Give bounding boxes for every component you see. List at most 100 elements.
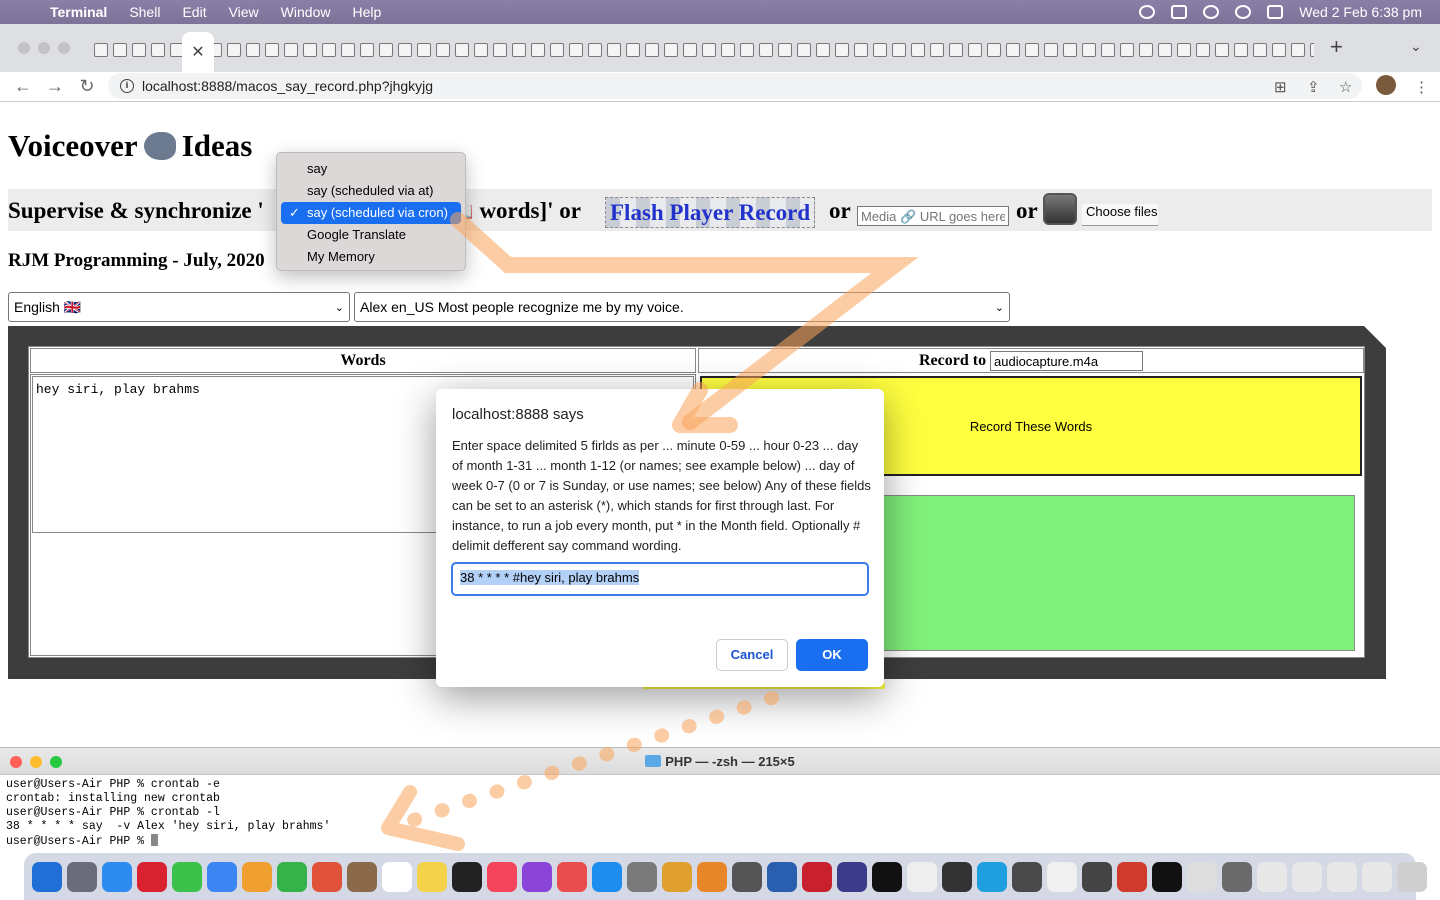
dock-app-icon[interactable] (207, 861, 237, 892)
tab-favicon-icon[interactable] (493, 43, 507, 57)
tab-favicon-icon[interactable] (949, 43, 963, 57)
menu-view[interactable]: View (229, 4, 259, 20)
dock-app-icon[interactable] (557, 861, 587, 892)
dock-app-icon[interactable] (1082, 861, 1112, 892)
tab-favicon-icon[interactable] (512, 43, 526, 57)
tab-favicon-icon[interactable] (455, 43, 469, 57)
dock-app-icon[interactable] (1047, 861, 1077, 892)
battery-icon[interactable] (1171, 5, 1188, 19)
tab-favicon-icon[interactable] (1196, 43, 1210, 57)
tab-favicon-icon[interactable] (341, 43, 355, 57)
dock-app-icon[interactable] (137, 861, 167, 892)
dock-app-icon[interactable] (312, 861, 342, 892)
dropdown-option[interactable]: say (scheduled via at) (281, 180, 461, 202)
tab-favicon-icon[interactable] (1082, 43, 1096, 57)
tab-favicon-icon[interactable] (1139, 43, 1153, 57)
tab-favicon-icon[interactable] (322, 43, 336, 57)
dock-app-icon[interactable] (382, 861, 412, 892)
tab-favicon-icon[interactable] (1272, 43, 1286, 57)
dock-app-icon[interactable] (907, 861, 937, 892)
menu-shell[interactable]: Shell (129, 4, 160, 20)
new-tab-button[interactable]: + (1330, 34, 1343, 60)
menu-help[interactable]: Help (352, 4, 381, 20)
tab-favicon-icon[interactable] (550, 43, 564, 57)
tab-favicon-icon[interactable] (588, 43, 602, 57)
tab-favicon-icon[interactable] (645, 43, 659, 57)
dock-app-icon[interactable] (277, 861, 307, 892)
tab-favicon-icon[interactable] (626, 43, 640, 57)
television-icon[interactable] (1043, 193, 1077, 225)
tab-favicon-icon[interactable] (1120, 43, 1134, 57)
browser-menu-icon[interactable]: ⋮ (1414, 78, 1429, 96)
tab-favicon-icon[interactable] (1006, 43, 1020, 57)
tab-favicon-icon[interactable] (132, 43, 146, 57)
site-info-icon[interactable]: i (120, 79, 134, 93)
tab-favicon-icon[interactable] (835, 43, 849, 57)
flash-player-record-link[interactable]: Flash Player Record (605, 197, 816, 228)
translate-icon[interactable]: ⊞ (1274, 78, 1287, 96)
tab-favicon-icon[interactable] (759, 43, 773, 57)
dock-app-icon[interactable] (32, 861, 62, 892)
tab-favicon-icon[interactable] (113, 43, 127, 57)
dock-app-icon[interactable] (487, 861, 517, 892)
dock-app-icon[interactable] (837, 861, 867, 892)
dock-app-icon[interactable] (1152, 861, 1182, 892)
dock-app-icon[interactable] (452, 861, 482, 892)
dock-app-icon[interactable] (347, 861, 377, 892)
menu-window[interactable]: Window (281, 4, 331, 20)
tab-favicon-icon[interactable] (740, 43, 754, 57)
play-status-icon[interactable] (1139, 5, 1156, 19)
dock-app-icon[interactable] (1117, 861, 1147, 892)
tab-favicon-icon[interactable] (1310, 43, 1314, 57)
dock-app-icon[interactable] (732, 861, 762, 892)
tab-favicon-icon[interactable] (778, 43, 792, 57)
dock-app-icon[interactable] (662, 861, 692, 892)
tab-favicon-icon[interactable] (873, 43, 887, 57)
tab-favicon-icon[interactable] (417, 43, 431, 57)
tab-search-chevron-icon[interactable]: ⌄ (1410, 38, 1422, 55)
tab-favicon-icon[interactable] (379, 43, 393, 57)
tab-favicon-icon[interactable] (265, 43, 279, 57)
menu-edit[interactable]: Edit (182, 4, 206, 20)
dropdown-option[interactable]: ✓ say (scheduled via cron) (281, 202, 461, 224)
dialog-input[interactable]: 38 * * * * #hey siri, play brahms (451, 562, 869, 596)
tab-favicon-icon[interactable] (1215, 43, 1229, 57)
address-bar[interactable]: i localhost:8888/macos_say_record.php?jh… (108, 73, 1362, 99)
tab-favicon-icon[interactable] (987, 43, 1001, 57)
tab-favicon-icon[interactable] (1234, 43, 1248, 57)
dock-app-icon[interactable] (67, 861, 97, 892)
dock-app-icon[interactable] (1012, 861, 1042, 892)
menu-app-name[interactable]: Terminal (50, 4, 107, 20)
record-to-input[interactable] (990, 351, 1143, 371)
window-zoom-button[interactable] (58, 42, 70, 54)
bookmark-star-icon[interactable]: ☆ (1339, 78, 1352, 96)
dock-app-icon[interactable] (697, 861, 727, 892)
tab-favicon-icon[interactable] (1063, 43, 1077, 57)
control-center-icon[interactable] (1267, 5, 1284, 19)
tab-favicon-icon[interactable] (1177, 43, 1191, 57)
tab-favicon-icon[interactable] (531, 43, 545, 57)
tab-favicon-icon[interactable] (930, 43, 944, 57)
dock-app-icon[interactable] (977, 861, 1007, 892)
tab-favicon-icon[interactable] (1158, 43, 1172, 57)
dock-app-icon[interactable] (417, 861, 447, 892)
tab-favicon-icon[interactable] (151, 43, 165, 57)
tab-favicon-icon[interactable] (721, 43, 735, 57)
dropdown-option[interactable]: say (281, 158, 461, 180)
tab-favicon-icon[interactable] (1101, 43, 1115, 57)
tab-favicon-icon[interactable] (607, 43, 621, 57)
spotlight-search-icon[interactable] (1235, 5, 1252, 19)
dock-app-icon[interactable] (802, 861, 832, 892)
tab-favicon-icon[interactable] (94, 43, 108, 57)
cancel-button[interactable]: Cancel (716, 639, 788, 671)
forward-arrow-icon[interactable]: → (46, 76, 64, 97)
choose-files-button[interactable]: Choose files (1082, 204, 1158, 226)
tab-favicon-icon[interactable] (1291, 43, 1305, 57)
dock-app-icon[interactable] (1327, 861, 1357, 892)
dock-app-icon[interactable] (172, 861, 202, 892)
tab-favicon-icon[interactable] (398, 43, 412, 57)
tab-favicon-icon[interactable] (284, 43, 298, 57)
dock-app-icon[interactable] (627, 861, 657, 892)
terminal-output[interactable]: user@Users-Air PHP % crontab -e crontab: … (0, 775, 1440, 853)
ok-button[interactable]: OK (796, 639, 868, 671)
